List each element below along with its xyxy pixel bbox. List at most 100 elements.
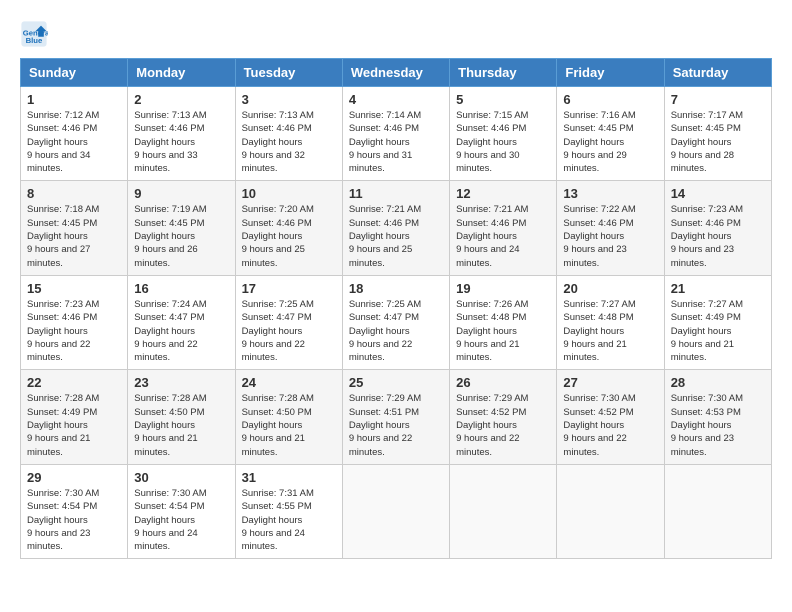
day-info: Sunrise: 7:28 AM Sunset: 4:49 PM Dayligh… — [27, 392, 121, 458]
calendar-cell: 3 Sunrise: 7:13 AM Sunset: 4:46 PM Dayli… — [235, 87, 342, 181]
day-info: Sunrise: 7:23 AM Sunset: 4:46 PM Dayligh… — [671, 203, 765, 269]
day-number: 15 — [27, 281, 121, 296]
day-info: Sunrise: 7:26 AM Sunset: 4:48 PM Dayligh… — [456, 298, 550, 364]
calendar-cell: 16 Sunrise: 7:24 AM Sunset: 4:47 PM Dayl… — [128, 275, 235, 369]
column-header-monday: Monday — [128, 59, 235, 87]
day-number: 16 — [134, 281, 228, 296]
calendar-cell: 17 Sunrise: 7:25 AM Sunset: 4:47 PM Dayl… — [235, 275, 342, 369]
day-info: Sunrise: 7:30 AM Sunset: 4:53 PM Dayligh… — [671, 392, 765, 458]
day-number: 11 — [349, 186, 443, 201]
day-info: Sunrise: 7:25 AM Sunset: 4:47 PM Dayligh… — [242, 298, 336, 364]
calendar-cell: 20 Sunrise: 7:27 AM Sunset: 4:48 PM Dayl… — [557, 275, 664, 369]
day-number: 5 — [456, 92, 550, 107]
column-header-saturday: Saturday — [664, 59, 771, 87]
day-info: Sunrise: 7:28 AM Sunset: 4:50 PM Dayligh… — [242, 392, 336, 458]
day-number: 1 — [27, 92, 121, 107]
calendar-cell: 25 Sunrise: 7:29 AM Sunset: 4:51 PM Dayl… — [342, 370, 449, 464]
column-header-wednesday: Wednesday — [342, 59, 449, 87]
calendar-cell: 24 Sunrise: 7:28 AM Sunset: 4:50 PM Dayl… — [235, 370, 342, 464]
day-info: Sunrise: 7:13 AM Sunset: 4:46 PM Dayligh… — [134, 109, 228, 175]
day-number: 9 — [134, 186, 228, 201]
column-header-thursday: Thursday — [450, 59, 557, 87]
day-info: Sunrise: 7:25 AM Sunset: 4:47 PM Dayligh… — [349, 298, 443, 364]
day-number: 12 — [456, 186, 550, 201]
calendar-cell: 22 Sunrise: 7:28 AM Sunset: 4:49 PM Dayl… — [21, 370, 128, 464]
day-number: 13 — [563, 186, 657, 201]
calendar-cell: 27 Sunrise: 7:30 AM Sunset: 4:52 PM Dayl… — [557, 370, 664, 464]
calendar-cell — [664, 464, 771, 558]
day-info: Sunrise: 7:16 AM Sunset: 4:45 PM Dayligh… — [563, 109, 657, 175]
day-number: 3 — [242, 92, 336, 107]
day-number: 20 — [563, 281, 657, 296]
calendar-cell: 2 Sunrise: 7:13 AM Sunset: 4:46 PM Dayli… — [128, 87, 235, 181]
week-row-1: 1 Sunrise: 7:12 AM Sunset: 4:46 PM Dayli… — [21, 87, 772, 181]
day-number: 19 — [456, 281, 550, 296]
calendar-cell: 15 Sunrise: 7:23 AM Sunset: 4:46 PM Dayl… — [21, 275, 128, 369]
day-number: 31 — [242, 470, 336, 485]
week-row-3: 15 Sunrise: 7:23 AM Sunset: 4:46 PM Dayl… — [21, 275, 772, 369]
day-info: Sunrise: 7:13 AM Sunset: 4:46 PM Dayligh… — [242, 109, 336, 175]
day-info: Sunrise: 7:14 AM Sunset: 4:46 PM Dayligh… — [349, 109, 443, 175]
calendar-cell: 9 Sunrise: 7:19 AM Sunset: 4:45 PM Dayli… — [128, 181, 235, 275]
column-header-tuesday: Tuesday — [235, 59, 342, 87]
calendar-cell: 4 Sunrise: 7:14 AM Sunset: 4:46 PM Dayli… — [342, 87, 449, 181]
day-number: 22 — [27, 375, 121, 390]
day-number: 28 — [671, 375, 765, 390]
calendar-cell: 8 Sunrise: 7:18 AM Sunset: 4:45 PM Dayli… — [21, 181, 128, 275]
day-number: 24 — [242, 375, 336, 390]
logo: General Blue — [20, 20, 52, 48]
calendar-cell: 13 Sunrise: 7:22 AM Sunset: 4:46 PM Dayl… — [557, 181, 664, 275]
day-info: Sunrise: 7:19 AM Sunset: 4:45 PM Dayligh… — [134, 203, 228, 269]
day-number: 21 — [671, 281, 765, 296]
day-info: Sunrise: 7:17 AM Sunset: 4:45 PM Dayligh… — [671, 109, 765, 175]
day-info: Sunrise: 7:27 AM Sunset: 4:48 PM Dayligh… — [563, 298, 657, 364]
day-number: 7 — [671, 92, 765, 107]
day-info: Sunrise: 7:27 AM Sunset: 4:49 PM Dayligh… — [671, 298, 765, 364]
day-info: Sunrise: 7:15 AM Sunset: 4:46 PM Dayligh… — [456, 109, 550, 175]
calendar-cell: 29 Sunrise: 7:30 AM Sunset: 4:54 PM Dayl… — [21, 464, 128, 558]
day-number: 6 — [563, 92, 657, 107]
calendar-cell: 1 Sunrise: 7:12 AM Sunset: 4:46 PM Dayli… — [21, 87, 128, 181]
day-number: 26 — [456, 375, 550, 390]
day-info: Sunrise: 7:23 AM Sunset: 4:46 PM Dayligh… — [27, 298, 121, 364]
day-number: 23 — [134, 375, 228, 390]
calendar-cell: 26 Sunrise: 7:29 AM Sunset: 4:52 PM Dayl… — [450, 370, 557, 464]
calendar-cell: 10 Sunrise: 7:20 AM Sunset: 4:46 PM Dayl… — [235, 181, 342, 275]
day-info: Sunrise: 7:29 AM Sunset: 4:51 PM Dayligh… — [349, 392, 443, 458]
day-info: Sunrise: 7:29 AM Sunset: 4:52 PM Dayligh… — [456, 392, 550, 458]
day-number: 2 — [134, 92, 228, 107]
calendar-cell: 14 Sunrise: 7:23 AM Sunset: 4:46 PM Dayl… — [664, 181, 771, 275]
calendar-cell: 5 Sunrise: 7:15 AM Sunset: 4:46 PM Dayli… — [450, 87, 557, 181]
calendar-cell: 12 Sunrise: 7:21 AM Sunset: 4:46 PM Dayl… — [450, 181, 557, 275]
calendar-cell: 11 Sunrise: 7:21 AM Sunset: 4:46 PM Dayl… — [342, 181, 449, 275]
calendar-cell: 30 Sunrise: 7:30 AM Sunset: 4:54 PM Dayl… — [128, 464, 235, 558]
week-row-5: 29 Sunrise: 7:30 AM Sunset: 4:54 PM Dayl… — [21, 464, 772, 558]
day-info: Sunrise: 7:31 AM Sunset: 4:55 PM Dayligh… — [242, 487, 336, 553]
day-info: Sunrise: 7:30 AM Sunset: 4:54 PM Dayligh… — [27, 487, 121, 553]
day-number: 8 — [27, 186, 121, 201]
calendar-cell: 23 Sunrise: 7:28 AM Sunset: 4:50 PM Dayl… — [128, 370, 235, 464]
calendar-cell — [342, 464, 449, 558]
day-info: Sunrise: 7:24 AM Sunset: 4:47 PM Dayligh… — [134, 298, 228, 364]
calendar-cell: 31 Sunrise: 7:31 AM Sunset: 4:55 PM Dayl… — [235, 464, 342, 558]
page-header: General Blue — [20, 20, 772, 48]
calendar-cell: 28 Sunrise: 7:30 AM Sunset: 4:53 PM Dayl… — [664, 370, 771, 464]
day-number: 30 — [134, 470, 228, 485]
day-number: 14 — [671, 186, 765, 201]
week-row-4: 22 Sunrise: 7:28 AM Sunset: 4:49 PM Dayl… — [21, 370, 772, 464]
day-info: Sunrise: 7:18 AM Sunset: 4:45 PM Dayligh… — [27, 203, 121, 269]
day-number: 4 — [349, 92, 443, 107]
day-number: 18 — [349, 281, 443, 296]
day-info: Sunrise: 7:30 AM Sunset: 4:52 PM Dayligh… — [563, 392, 657, 458]
day-info: Sunrise: 7:22 AM Sunset: 4:46 PM Dayligh… — [563, 203, 657, 269]
calendar-cell: 18 Sunrise: 7:25 AM Sunset: 4:47 PM Dayl… — [342, 275, 449, 369]
day-number: 10 — [242, 186, 336, 201]
calendar-cell — [557, 464, 664, 558]
day-info: Sunrise: 7:21 AM Sunset: 4:46 PM Dayligh… — [456, 203, 550, 269]
column-header-sunday: Sunday — [21, 59, 128, 87]
week-row-2: 8 Sunrise: 7:18 AM Sunset: 4:45 PM Dayli… — [21, 181, 772, 275]
calendar-cell: 7 Sunrise: 7:17 AM Sunset: 4:45 PM Dayli… — [664, 87, 771, 181]
calendar-table: SundayMondayTuesdayWednesdayThursdayFrid… — [20, 58, 772, 559]
calendar-cell: 19 Sunrise: 7:26 AM Sunset: 4:48 PM Dayl… — [450, 275, 557, 369]
calendar-cell: 6 Sunrise: 7:16 AM Sunset: 4:45 PM Dayli… — [557, 87, 664, 181]
